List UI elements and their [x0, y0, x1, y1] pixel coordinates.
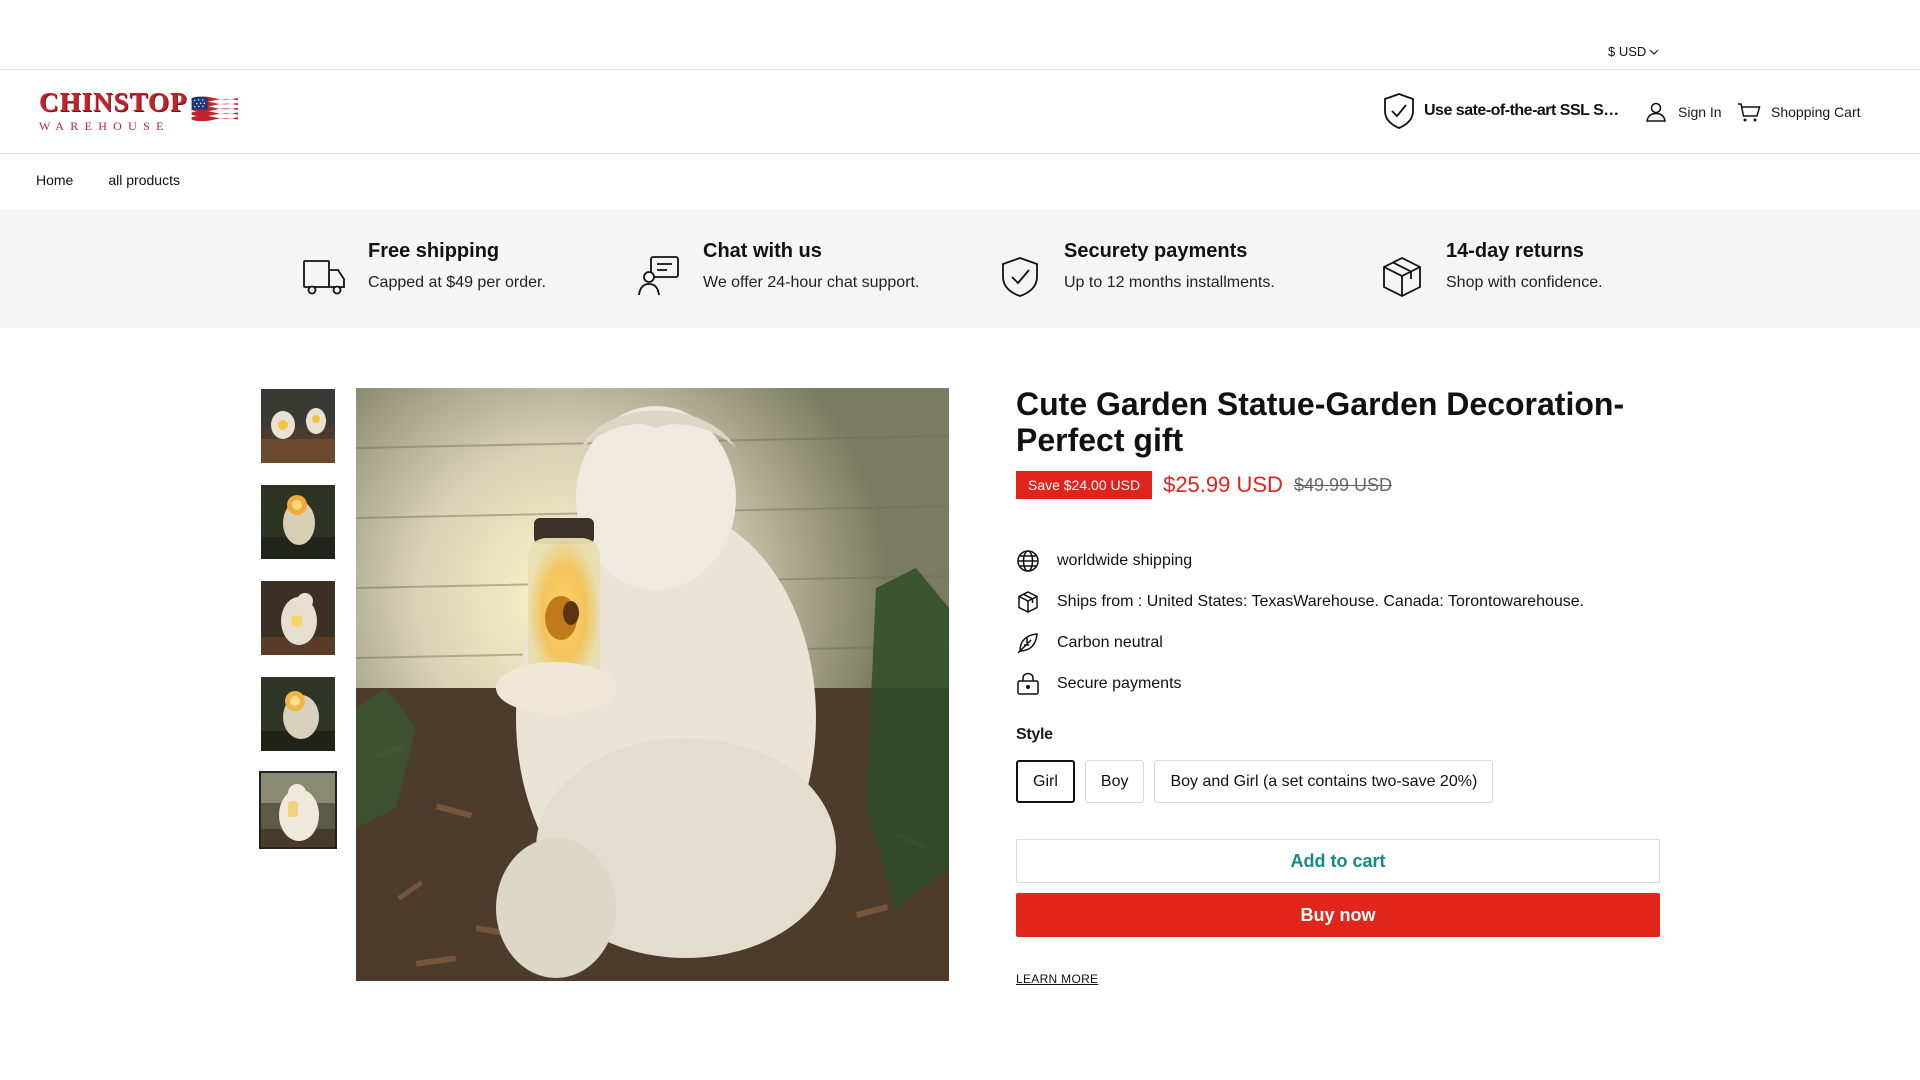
box-icon [1018, 590, 1038, 613]
features-strip: Free shipping Capped at $49 per order. C… [0, 209, 1920, 328]
product-thumbnail[interactable] [261, 389, 335, 463]
save-badge: Save $24.00 USD [1016, 471, 1153, 499]
sale-price: $25.99 USD [1163, 472, 1283, 497]
leaf-icon [1017, 632, 1038, 654]
cart-label: Shopping Cart [1771, 104, 1861, 120]
feature-text: Capped at $49 per order. [368, 274, 546, 291]
site-header: CHINSTOP WAREHOUSE Use sate-of-the-art S… [0, 70, 1920, 154]
variant-girl[interactable]: Girl [1016, 760, 1075, 803]
feature-secure-payments: Securety payments Up to 12 months instal… [998, 239, 1275, 299]
feature-title: Free shipping [368, 240, 500, 262]
nav-home[interactable]: Home [36, 172, 73, 188]
box-icon [1383, 256, 1421, 298]
variant-boy[interactable]: Boy [1084, 760, 1145, 803]
info-secure-payments: Secure payments [1016, 663, 1584, 704]
info-ships-from: Ships from : United States: TexasWarehou… [1016, 581, 1584, 622]
shield-check-icon [1384, 93, 1414, 129]
nav-all-products[interactable]: all products [108, 172, 180, 188]
feature-title: Chat with us [703, 240, 822, 262]
thumbnail-image [261, 485, 335, 559]
logo-wordmark: CHINSTOP [39, 86, 188, 117]
user-icon [1646, 102, 1666, 122]
price-row: Save $24.00 USD $25.99 USD $49.99 USD [1016, 471, 1392, 499]
thumbnail-image [261, 677, 335, 751]
info-carbon-neutral: Carbon neutral [1016, 622, 1584, 663]
top-bar: $ USD [0, 0, 1920, 70]
buy-now-button[interactable]: Buy now [1016, 893, 1660, 937]
store-logo[interactable]: CHINSTOP WAREHOUSE [39, 86, 239, 134]
feature-returns: 14-day returns Shop with confidence. [1380, 239, 1603, 299]
logo-subtitle: WAREHOUSE [39, 118, 170, 133]
thumbnail-image [261, 581, 335, 655]
ssl-notice: Use sate-of-the-art SSL Secure encryptio… [1382, 92, 1626, 130]
chevron-down-icon [1649, 49, 1659, 55]
ssl-text: Use sate-of-the-art SSL Secure encryptio… [1424, 102, 1626, 119]
feature-title: 14-day returns [1446, 240, 1584, 262]
info-text: Carbon neutral [1057, 633, 1163, 651]
sign-in-link[interactable]: Sign In [1644, 100, 1722, 124]
sign-in-label: Sign In [1678, 104, 1722, 120]
info-text: Ships from : United States: TexasWarehou… [1057, 592, 1585, 610]
chat-support-icon [638, 256, 679, 296]
style-label: Style [1016, 726, 1053, 743]
product-main-image[interactable] [356, 388, 949, 981]
thumbnail-image [261, 773, 335, 847]
shopping-cart-link[interactable]: Shopping Cart [1737, 100, 1861, 124]
truck-icon [303, 260, 345, 295]
product-thumbnail[interactable] [261, 485, 335, 559]
currency-label: $ USD [1608, 44, 1647, 59]
feature-chat: Chat with us We offer 24-hour chat suppo… [637, 239, 919, 299]
info-text: worldwide shipping [1057, 551, 1193, 569]
info-text: Secure payments [1057, 674, 1182, 692]
feature-title: Securety payments [1064, 240, 1248, 262]
variant-boy-and-girl[interactable]: Boy and Girl (a set contains two-save 20… [1154, 760, 1494, 803]
feature-free-shipping: Free shipping Capped at $49 per order. [302, 239, 546, 299]
compare-price: $49.99 USD [1293, 474, 1392, 495]
product-thumbnail[interactable] [261, 581, 335, 655]
globe-icon [1017, 549, 1039, 572]
currency-selector[interactable]: $ USD [1608, 44, 1659, 59]
product-info-list: worldwide shipping Ships from : United S… [1016, 540, 1584, 704]
add-to-cart-button[interactable]: Add to cart [1016, 839, 1660, 883]
thumbnail-image [261, 389, 335, 463]
product-thumbnail-active[interactable] [259, 771, 337, 849]
lock-icon [1017, 672, 1039, 695]
feature-text: We offer 24-hour chat support. [703, 274, 920, 291]
style-variant-picker: Girl Boy Boy and Girl (a set contains tw… [1016, 760, 1494, 803]
cart-icon [1738, 103, 1761, 122]
product-thumbnail[interactable] [261, 677, 335, 751]
info-worldwide-shipping: worldwide shipping [1016, 540, 1584, 581]
main-nav: Home all products [36, 172, 180, 188]
feature-text: Up to 12 months installments. [1064, 274, 1275, 291]
product-title: Cute Garden Statue-Garden Decoration-Per… [1016, 386, 1625, 458]
learn-more-link[interactable]: LEARN MORE [1016, 972, 1098, 986]
feature-text: Shop with confidence. [1446, 274, 1603, 291]
shield-check-icon [1002, 257, 1038, 297]
us-flag-icon [191, 96, 238, 124]
product-photo [356, 388, 949, 981]
